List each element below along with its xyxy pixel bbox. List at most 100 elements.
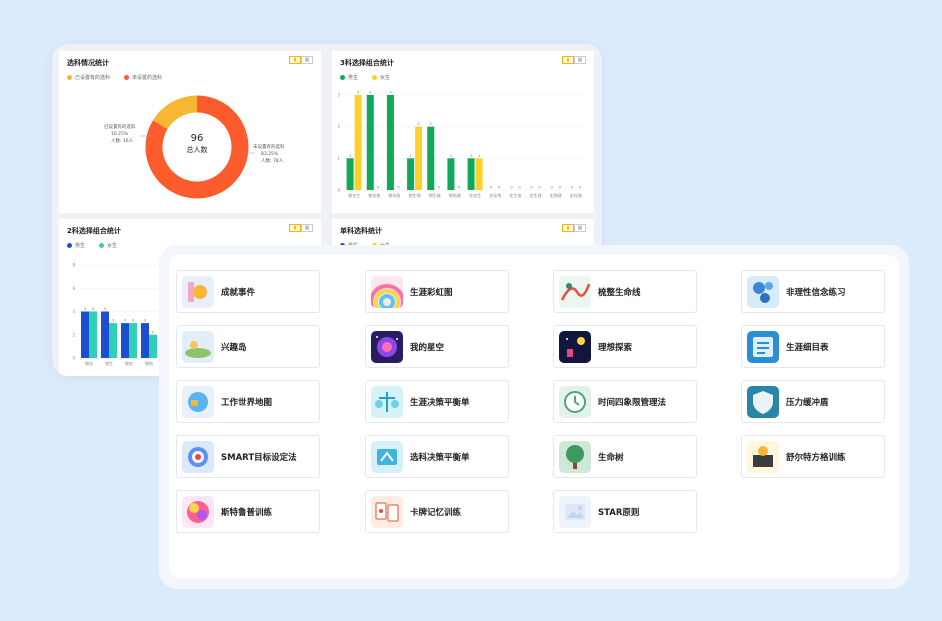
data-label: 0	[571, 185, 574, 190]
tool-label: 选科决策平衡单	[410, 452, 470, 463]
chart-view-icon[interactable]: ▮	[562, 224, 574, 232]
subject-stats-panel: 选科情况统计 ▮ ▦ 已设置有的选科 未设置的选科 96 总人数 已设置有的选科…	[59, 51, 321, 213]
tool-tile[interactable]: 生涯决策平衡单	[365, 380, 509, 423]
x-tick-label: 史化政	[570, 192, 582, 198]
right-label-title: 未设置有的选科	[253, 143, 285, 150]
belief-icon	[747, 275, 779, 308]
x-tick-label: 物化生	[348, 192, 360, 198]
tool-tile[interactable]: 梳整生命线	[553, 270, 697, 313]
data-label: 0	[530, 185, 533, 190]
bar	[141, 323, 149, 358]
three-subject-panel: 3科选择组合统计 ▮ ▦ 男生 女生 0 1 2 3 1 3 物化生 3 0 物化地 3 0 物化政 1 2…	[332, 51, 594, 213]
data-label: 3	[132, 318, 135, 323]
bar	[366, 95, 374, 190]
y-tick-label: 1	[337, 156, 340, 161]
y-tick-label: 0	[72, 356, 75, 361]
bar	[427, 126, 435, 190]
tool-label: 非理性信念练习	[786, 287, 846, 298]
rainbow-icon	[371, 275, 403, 308]
tool-tile[interactable]: 我的星空	[365, 325, 509, 368]
x-tick-label: 物生政	[429, 192, 441, 198]
data-label: 3	[357, 90, 360, 95]
data-label: 2	[417, 121, 420, 126]
right-label-count: 人数: 78人	[261, 157, 284, 164]
tool-tile[interactable]: 选科决策平衡单	[365, 435, 509, 478]
data-label: 0	[518, 185, 521, 190]
tool-label: 生涯细目表	[786, 342, 829, 353]
donut-chart: 96 总人数 已设置有的选科 16.25% 人数: 16人 未设置有的选科 83…	[104, 95, 285, 199]
tool-tile[interactable]: 斯特鲁普训练	[176, 490, 320, 533]
data-label: 0	[458, 185, 461, 190]
data-label: 4	[84, 306, 87, 311]
left-label-count: 人数: 16人	[111, 137, 134, 144]
tool-tile[interactable]: 成就事件	[176, 270, 320, 313]
data-label: 1	[470, 153, 473, 158]
tool-label: 舒尔特方格训练	[786, 452, 846, 463]
center-value: 96	[191, 133, 204, 144]
data-label: 0	[397, 185, 400, 190]
grid-training-icon	[747, 440, 779, 473]
tool-label: 工作世界地图	[221, 397, 273, 408]
y-tick-label: 8	[72, 263, 75, 268]
x-tick-label: 物化地	[368, 192, 380, 198]
data-label: 1	[478, 153, 481, 158]
tool-tile[interactable]: 生涯彩虹图	[365, 270, 509, 313]
tool-tile[interactable]: 卡牌记忆训练	[365, 490, 509, 533]
x-tick-label: 史化生	[469, 192, 481, 198]
y-tick-label: 4	[72, 309, 75, 314]
three-subject-bar-chart: 012313物化生30物化地30物化政12物生地20物生政10物地政1 1史化生0…	[337, 90, 586, 198]
data-label: 3	[124, 318, 127, 323]
data-label: 0	[377, 185, 380, 190]
tool-tile[interactable]: 理想探索	[553, 325, 697, 368]
donut-slice	[152, 95, 198, 130]
tool-tile[interactable]: STAR原则	[553, 490, 697, 533]
right-label-percent: 83.25%	[261, 151, 279, 157]
data-label: 0	[498, 185, 501, 190]
data-label: 0	[510, 185, 513, 190]
tools-card: 成就事件 生涯彩虹图 梳整生命线 非理性信念练习兴趣岛 我的星空 理想探索 生涯细目表工作世…	[159, 245, 909, 589]
y-tick-label: 6	[72, 286, 75, 291]
y-tick-label: 2	[337, 124, 340, 129]
x-tick-label: 史化地	[489, 192, 501, 198]
tool-tile[interactable]: 兴趣岛	[176, 325, 320, 368]
bar	[149, 334, 157, 358]
panel-title: 单科选科统计	[340, 227, 382, 235]
data-label: 0	[579, 185, 582, 190]
data-label: 1	[349, 153, 352, 158]
bar	[346, 158, 354, 190]
tool-label: 兴趣岛	[221, 342, 247, 353]
data-label: 1	[409, 153, 412, 158]
view-toggle[interactable]: ▮ ▦	[562, 224, 586, 232]
tool-tile[interactable]: 生命树	[553, 435, 697, 478]
data-label: 0	[551, 185, 554, 190]
y-tick-label: 2	[72, 332, 75, 337]
bar	[101, 311, 109, 358]
tool-tile[interactable]: 压力缓冲盾	[741, 380, 885, 423]
x-tick-label: 物化	[85, 360, 93, 366]
image-placeholder-icon	[559, 495, 591, 528]
tools-grid: 成就事件 生涯彩虹图 梳整生命线 非理性信念练习兴趣岛 我的星空 理想探索 生涯细目表工作世…	[169, 255, 899, 578]
tool-label: 生命树	[598, 452, 624, 463]
x-tick-label: 史地政	[550, 192, 562, 198]
tool-label: 梳整生命线	[598, 287, 641, 298]
bar	[89, 311, 97, 358]
dream-icon	[559, 330, 591, 363]
table-view-icon[interactable]: ▦	[574, 224, 586, 232]
tool-label: 理想探索	[598, 342, 633, 353]
x-tick-label: 物生地	[409, 192, 421, 198]
tool-tile[interactable]: 工作世界地图	[176, 380, 320, 423]
x-tick-label: 物生	[105, 360, 113, 366]
data-label: 0	[559, 185, 562, 190]
tool-tile[interactable]: 非理性信念练习	[741, 270, 885, 313]
x-tick-label: 物地政	[449, 192, 461, 198]
lifeline-icon	[559, 275, 591, 308]
decision-icon	[371, 440, 403, 473]
y-tick-label: 3	[337, 93, 340, 98]
tool-tile[interactable]: SMART目标设定法	[176, 435, 320, 478]
tool-tile[interactable]: 时间四象限管理法	[553, 380, 697, 423]
tool-label: 生涯决策平衡单	[410, 397, 470, 408]
tool-tile[interactable]: 舒尔特方格训练	[741, 435, 885, 478]
shield-icon	[747, 385, 779, 418]
bar	[386, 95, 394, 190]
tool-tile[interactable]: 生涯细目表	[741, 325, 885, 368]
